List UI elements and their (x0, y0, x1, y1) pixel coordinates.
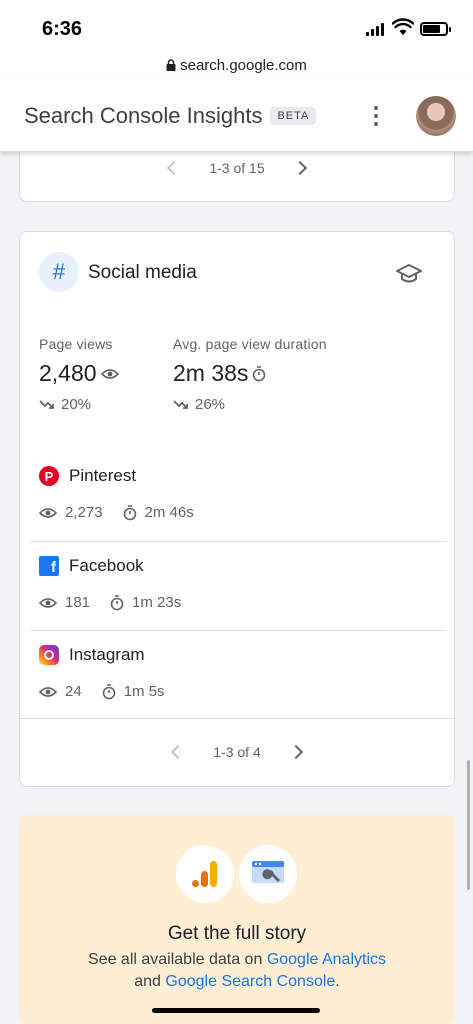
trending-down-icon (173, 399, 188, 409)
list-item[interactable]: Instagram 24 1m 5s (30, 630, 446, 719)
google-search-console-link[interactable]: Google Search Console (165, 973, 335, 990)
wifi-icon (392, 18, 414, 35)
status-time: 6:36 (42, 18, 83, 40)
graduation-cap-icon[interactable] (396, 264, 422, 284)
page-views-change-value: 20% (61, 396, 92, 413)
facebook-icon: f (39, 556, 59, 576)
row-views: 181 (65, 594, 91, 611)
pagination: 1-3 of 15 (20, 160, 454, 176)
social-media-card: # Social media Page views 2,480 20% Avg.… (19, 231, 455, 787)
row-views: 24 (65, 683, 82, 700)
eye-icon (39, 507, 57, 518)
hash-icon: # (39, 252, 79, 292)
timer-icon (102, 683, 115, 699)
status-bar: 6:36 (0, 0, 473, 50)
row-stats: 24 1m 5s (39, 683, 165, 700)
row-duration: 1m 23s (132, 594, 182, 611)
row-name: f Facebook (39, 556, 144, 576)
avg-duration-number: 2m 38s (173, 360, 249, 386)
row-name: Instagram (39, 645, 145, 665)
pinterest-icon: P (39, 466, 59, 486)
app-title: Search Console Insights (24, 102, 263, 128)
divider (20, 718, 454, 719)
page-views-value: 2,480 (39, 360, 119, 387)
google-analytics-link[interactable]: Google Analytics (267, 951, 386, 968)
eye-icon (39, 686, 57, 697)
promo-card: Get the full story See all available dat… (19, 815, 455, 1024)
promo-text-part: . (335, 973, 340, 990)
beta-badge: BETA (270, 106, 317, 125)
avatar[interactable] (416, 96, 456, 136)
scrollbar[interactable] (467, 760, 470, 890)
row-name: P Pinterest (39, 466, 136, 486)
page-views-label: Page views (39, 336, 113, 352)
google-analytics-icon (176, 845, 234, 903)
eye-icon (100, 368, 119, 379)
trending-down-icon (39, 399, 54, 409)
row-label: Facebook (69, 556, 144, 575)
row-label: Instagram (69, 645, 145, 664)
page-views-change: 20% (39, 396, 91, 413)
instagram-icon (39, 645, 59, 665)
row-label: Pinterest (69, 466, 137, 485)
home-indicator (152, 1008, 320, 1013)
row-duration: 2m 46s (144, 504, 194, 521)
timer-icon (110, 594, 124, 610)
search-console-icon (239, 845, 297, 903)
timer-icon (123, 504, 136, 520)
app-header: Search Console Insights BETA (0, 80, 473, 152)
pagination: 1-3 of 4 (20, 744, 454, 760)
card-title: Social media (88, 262, 197, 283)
avg-duration-value: 2m 38s (173, 360, 266, 387)
promo-title: Get the full story (167, 923, 307, 944)
list-item[interactable]: P Pinterest 2,273 2m 46s (30, 452, 446, 541)
avg-duration-change-value: 26% (195, 396, 226, 413)
timer-icon (253, 365, 266, 381)
row-views: 2,273 (65, 504, 103, 521)
chevron-right-icon[interactable] (292, 160, 307, 176)
chevron-left-icon[interactable] (167, 160, 182, 176)
row-duration: 1m 5s (123, 683, 165, 700)
page-views-number: 2,480 (39, 360, 97, 386)
promo-text-part: and (134, 973, 161, 990)
more-options-icon[interactable] (366, 104, 386, 128)
battery-icon (420, 22, 451, 36)
pagination-label: 1-3 of 4 (213, 744, 261, 760)
url-text: search.google.com (180, 56, 307, 74)
lock-icon (166, 59, 176, 71)
avg-duration-label: Avg. page view duration (173, 336, 327, 352)
eye-icon (39, 597, 57, 608)
chevron-left-icon[interactable] (171, 744, 186, 760)
promo-text-part: See all available data on (88, 951, 263, 968)
chevron-right-icon[interactable] (288, 744, 303, 760)
row-stats: 2,273 2m 46s (39, 504, 194, 521)
promo-text: See all available data on Google Analyti… (19, 949, 455, 993)
pagination-label: 1-3 of 15 (209, 160, 265, 176)
row-stats: 181 1m 23s (39, 594, 181, 611)
list-item[interactable]: f Facebook 181 1m 23s (30, 541, 446, 630)
avg-duration-change: 26% (173, 396, 225, 413)
url-bar[interactable]: search.google.com (0, 50, 473, 80)
signal-icon (366, 22, 384, 36)
